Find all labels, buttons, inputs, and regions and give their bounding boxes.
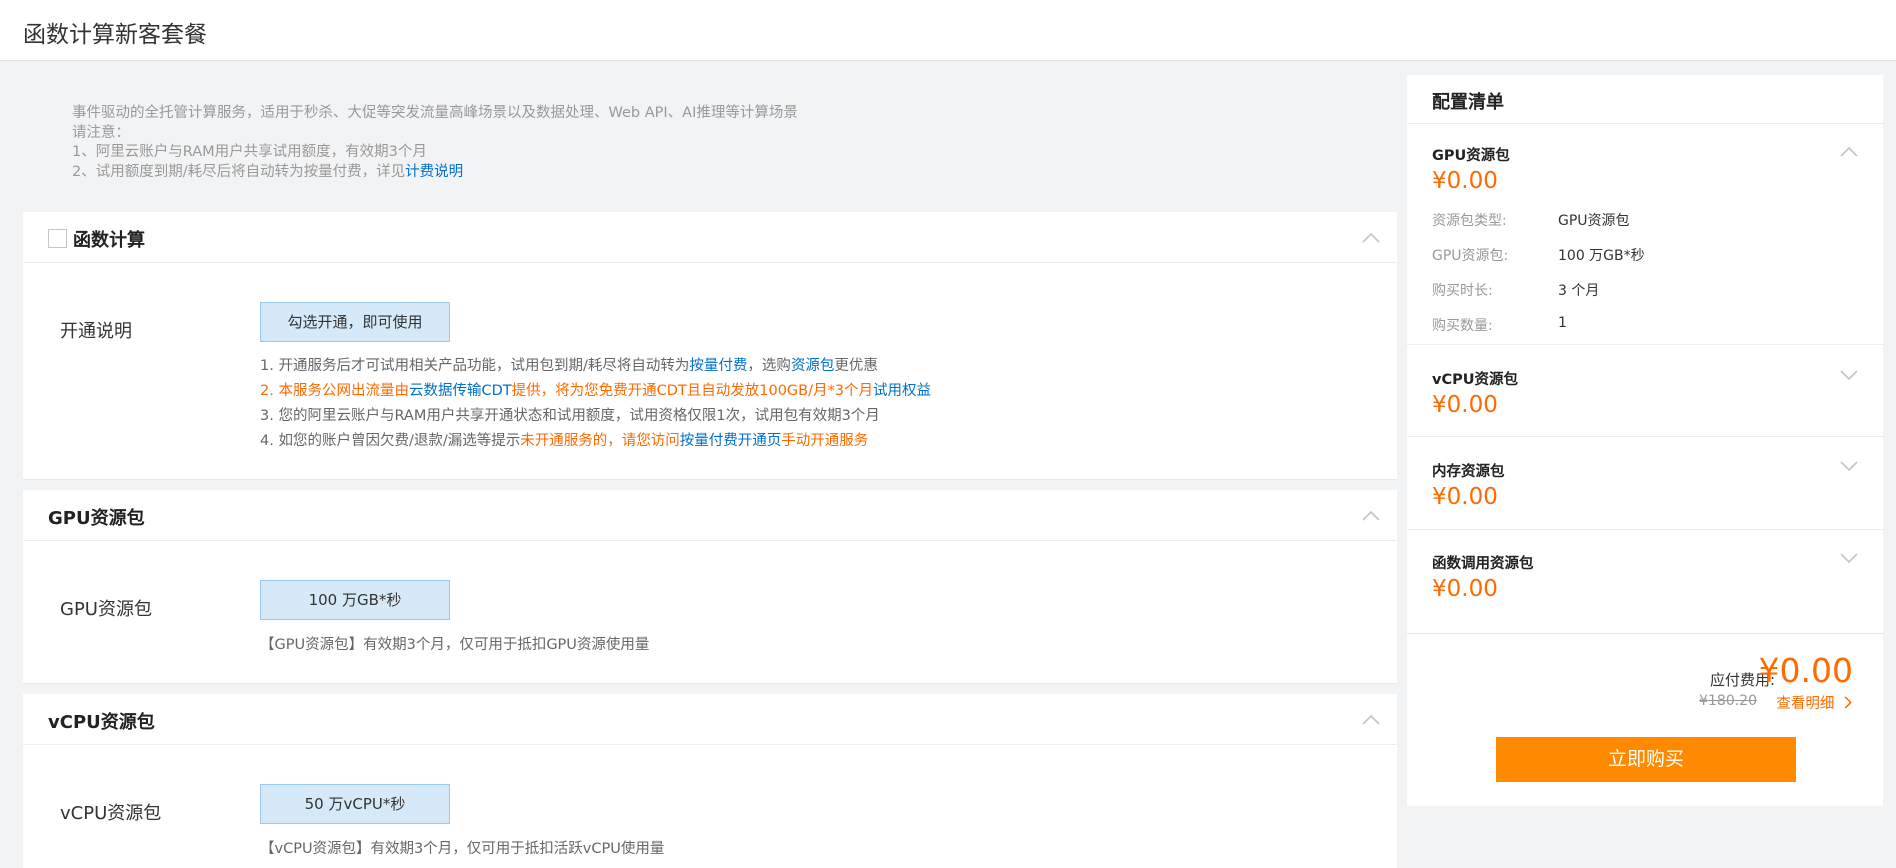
chevron-up-icon[interactable] (1359, 504, 1383, 528)
activation-notes: 1. 开通服务后才可试用相关产品功能，试用包到期/耗尽将自动转为按量付费，选购资… (260, 354, 931, 454)
pay-as-you-go-link[interactable]: 按量付费 (689, 358, 747, 374)
note-1-text-2: ，选购 (747, 358, 791, 374)
view-details-label: 查看明细 (1776, 696, 1835, 712)
summary-package-name: GPU资源包 (1432, 148, 1510, 164)
detail-label: GPU资源包: (1432, 248, 1509, 264)
summary-package-name: vCPU资源包 (1432, 372, 1518, 388)
product-intro: 事件驱动的全托管计算服务，适用于秒杀、大促等突发流量高峰场景以及数据处理、Web… (23, 75, 1397, 212)
chevron-up-icon[interactable] (1837, 140, 1861, 164)
detail-value: 100 万GB*秒 (1558, 248, 1645, 264)
view-details-link[interactable]: 查看明细 (1776, 692, 1853, 713)
summary-gpu-package: GPU资源包 ¥0.00 资源包类型: GPU资源包 GPU资源包: 100 万… (1407, 124, 1883, 345)
note-4-text-3: 手动开通服务 (781, 433, 869, 449)
summary-package-name: 内存资源包 (1432, 464, 1505, 480)
config-summary-panel: 配置清单 GPU资源包 ¥0.00 资源包类型: GPU资源包 GPU资源包: … (1407, 75, 1883, 806)
function-compute-header: 函数计算 (23, 212, 1397, 263)
vcpu-package-option[interactable]: 50 万vCPU*秒 (260, 784, 450, 824)
note-4-text: 4. 如您的账户曾因欠费/退款/漏选等提示 (260, 433, 521, 449)
config-summary-title: 配置清单 (1432, 92, 1504, 113)
activation-option[interactable]: 勾选开通，即可使用 (260, 302, 450, 342)
intro-notice-2-text: 2、试用额度到期/耗尽后将自动转为按量付费，详见 (72, 163, 406, 180)
detail-value: 1 (1558, 315, 1567, 331)
activation-note-3: 3. 您的阿里云账户与RAM用户共享开通状态和试用额度，试用资格仅限1次，试用包… (260, 408, 880, 424)
trial-benefits-link[interactable]: 试用权益 (873, 383, 931, 399)
summary-package-name: 函数调用资源包 (1432, 556, 1534, 572)
gpu-package-label: GPU资源包 (60, 599, 152, 620)
intro-notice-2: 2、试用额度到期/耗尽后将自动转为按量付费，详见计费说明 (72, 163, 1397, 183)
detail-label: 资源包类型: (1432, 213, 1507, 229)
vcpu-package-note: 【vCPU资源包】有效期3个月，仅可用于抵扣活跃vCPU使用量 (260, 841, 665, 857)
activation-note-2: 2. 本服务公网出流量由云数据传输CDT提供，将为您免费开通CDT且自动发放10… (260, 379, 931, 404)
detail-label: 购买数量: (1432, 318, 1493, 334)
checkout-area: 应付费用: ¥0.00 ¥180.20 查看明细 立即购买 (1407, 633, 1883, 806)
note-2-text-2: 提供，将为您免费开通CDT且自动发放100GB/月*3个月 (511, 383, 873, 399)
resource-package-link[interactable]: 资源包 (791, 358, 835, 374)
note-1-text: 1. 开通服务后才可试用相关产品功能，试用包到期/耗尽将自动转为 (260, 358, 690, 374)
summary-vcpu-package: vCPU资源包 ¥0.00 (1407, 345, 1883, 437)
gpu-package-option[interactable]: 100 万GB*秒 (260, 580, 450, 620)
summary-package-price: ¥0.00 (1432, 576, 1498, 602)
payable-total: ¥0.00 (1758, 651, 1853, 690)
chevron-up-icon[interactable] (1359, 708, 1383, 732)
page-title: 函数计算新客套餐 (23, 22, 207, 48)
original-price: ¥180.20 (1699, 693, 1757, 709)
chevron-right-icon (1844, 696, 1852, 709)
intro-notice-title: 请注意： (72, 124, 130, 141)
billing-doc-link[interactable]: 计费说明 (405, 164, 463, 180)
config-form: 事件驱动的全托管计算服务，适用于秒杀、大促等突发流量高峰场景以及数据处理、Web… (23, 75, 1397, 868)
gpu-package-note: 【GPU资源包】有效期3个月，仅可用于抵扣GPU资源使用量 (260, 637, 650, 653)
gpu-package-section: GPU资源包 GPU资源包 100 万GB*秒 【GPU资源包】有效期3个月，仅… (23, 490, 1397, 684)
activation-note-1: 1. 开通服务后才可试用相关产品功能，试用包到期/耗尽将自动转为按量付费，选购资… (260, 354, 931, 379)
summary-invocation-package: 函数调用资源包 ¥0.00 (1407, 530, 1883, 630)
chevron-up-icon[interactable] (1359, 226, 1383, 250)
activation-note-4: 4. 如您的账户曾因欠费/退款/漏选等提示未开通服务的，请您访问按量付费开通页手… (260, 429, 931, 454)
gpu-package-title: GPU资源包 (48, 508, 145, 529)
activation-page-link[interactable]: 按量付费开通页 (680, 433, 782, 449)
intro-notice-1: 1、阿里云账户与RAM用户共享试用额度，有效期3个月 (72, 144, 427, 160)
note-1-text-3: 更优惠 (834, 358, 878, 374)
cdt-link[interactable]: 云数据传输CDT (409, 383, 512, 399)
detail-value: GPU资源包 (1558, 213, 1630, 229)
chevron-down-icon[interactable] (1837, 363, 1861, 387)
chevron-down-icon[interactable] (1837, 454, 1861, 478)
page-header: 函数计算新客套餐 (0, 0, 1896, 61)
activation-label: 开通说明 (60, 321, 132, 342)
note-2-text: 2. 本服务公网出流量由 (260, 383, 409, 399)
function-compute-section: 函数计算 开通说明 勾选开通，即可使用 1. 开通服务后才可试用相关产品功能，试… (23, 212, 1397, 480)
buy-now-button[interactable]: 立即购买 (1496, 737, 1796, 782)
gpu-package-header: GPU资源包 (23, 490, 1397, 541)
intro-description: 事件驱动的全托管计算服务，适用于秒杀、大促等突发流量高峰场景以及数据处理、Web… (72, 105, 798, 121)
note-4-text-2: 未开通服务的，请您访问 (520, 433, 680, 449)
summary-package-price: ¥0.00 (1432, 392, 1498, 418)
function-compute-checkbox[interactable] (48, 229, 67, 248)
vcpu-package-section: vCPU资源包 vCPU资源包 50 万vCPU*秒 【vCPU资源包】有效期3… (23, 694, 1397, 868)
vcpu-package-title: vCPU资源包 (48, 712, 155, 733)
summary-package-price: ¥0.00 (1432, 484, 1498, 510)
summary-package-price: ¥0.00 (1432, 168, 1498, 194)
detail-label: 购买时长: (1432, 283, 1493, 299)
function-compute-title: 函数计算 (73, 230, 145, 251)
detail-value: 3 个月 (1558, 283, 1600, 299)
vcpu-package-header: vCPU资源包 (23, 694, 1397, 745)
vcpu-package-label: vCPU资源包 (60, 803, 162, 824)
summary-memory-package: 内存资源包 ¥0.00 (1407, 437, 1883, 530)
chevron-down-icon[interactable] (1837, 546, 1861, 570)
config-summary-header: 配置清单 (1407, 75, 1883, 124)
